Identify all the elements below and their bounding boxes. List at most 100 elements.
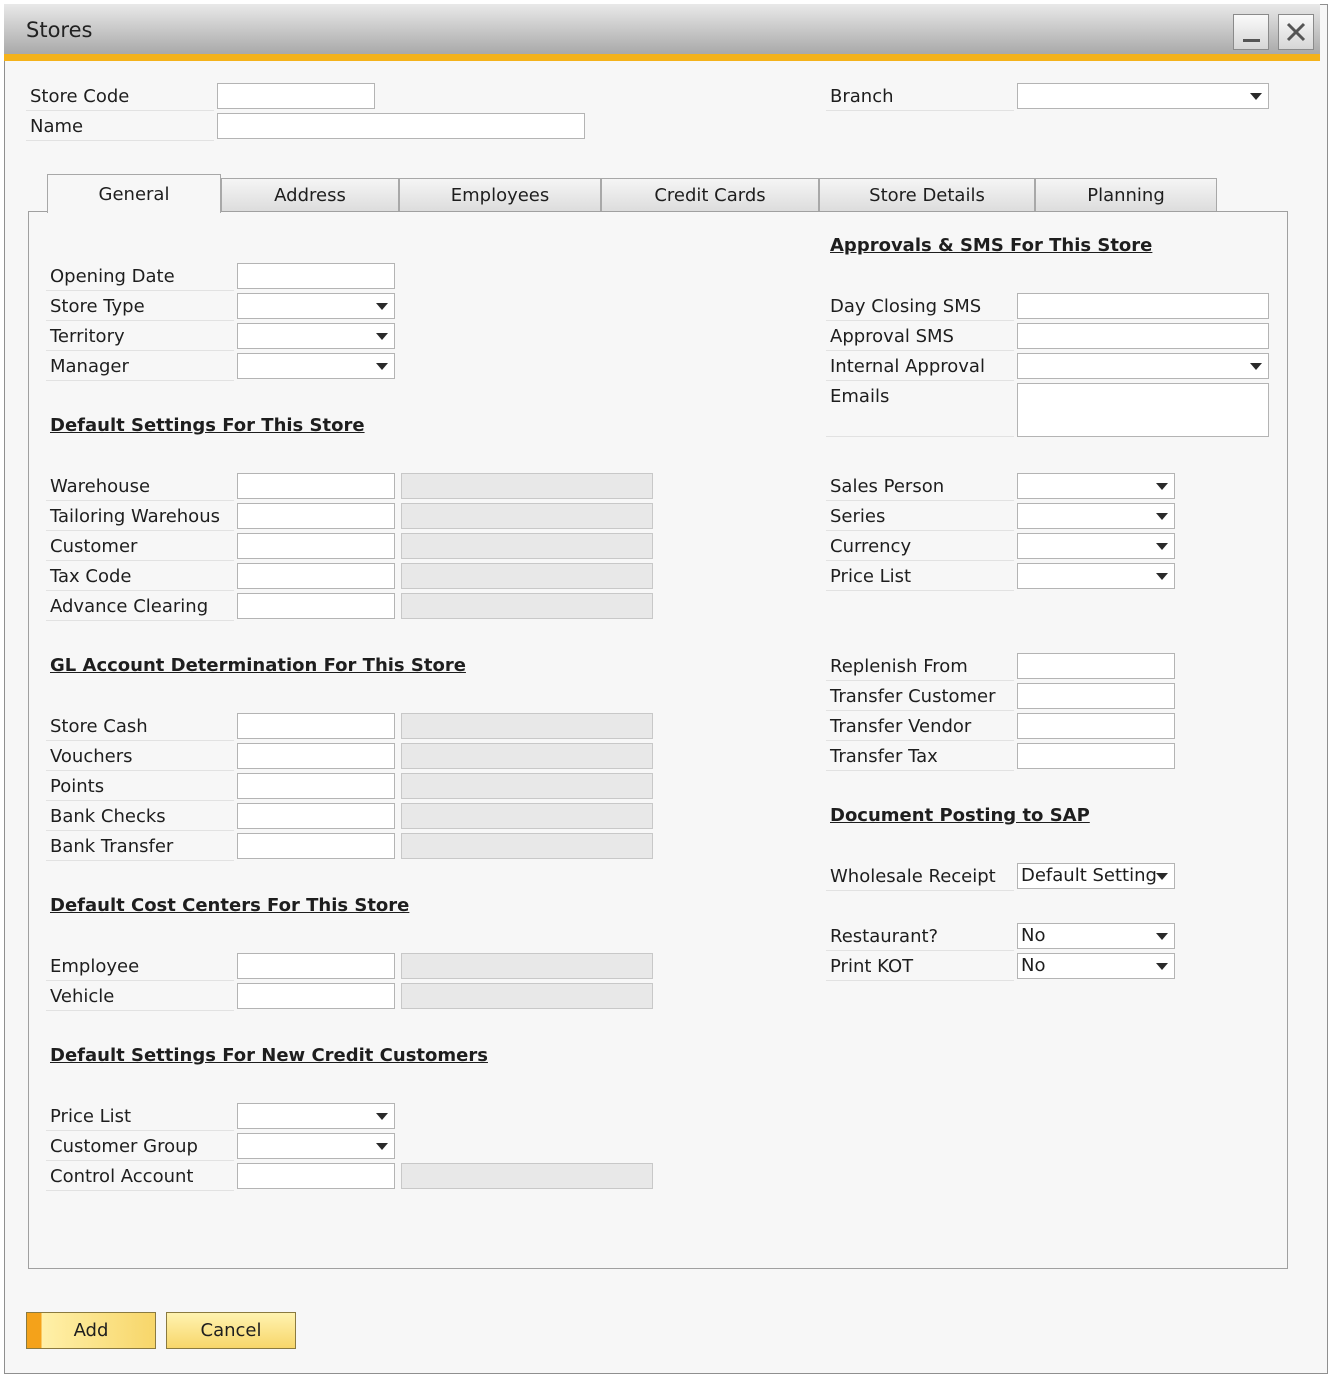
price-list-label: Price List — [826, 563, 1014, 591]
tab-general[interactable]: General — [47, 174, 221, 213]
currency-dropdown[interactable] — [1017, 533, 1175, 559]
branch-label: Branch — [826, 83, 1014, 111]
tab-employees[interactable]: Employees — [399, 178, 601, 212]
bank-transfer-input[interactable] — [237, 833, 395, 859]
store-type-dropdown[interactable] — [237, 293, 395, 319]
points-name-readonly — [401, 773, 653, 799]
bank-transfer-label: Bank Transfer — [46, 833, 234, 861]
replenish-from-label: Replenish From — [826, 653, 1014, 681]
vouchers-label: Vouchers — [46, 743, 234, 771]
vehicle-input[interactable] — [237, 983, 395, 1009]
wholesale-receipt-label: Wholesale Receipt — [826, 863, 1014, 891]
transfer-customer-input[interactable] — [1017, 683, 1175, 709]
tax-code-name-readonly — [401, 563, 653, 589]
day-closing-sms-label: Day Closing SMS — [826, 293, 1014, 321]
default-settings-heading: Default Settings For This Store — [50, 415, 365, 436]
store-code-input[interactable] — [217, 83, 375, 109]
branch-dropdown[interactable] — [1017, 83, 1269, 109]
vehicle-name-readonly — [401, 983, 653, 1009]
employee-input[interactable] — [237, 953, 395, 979]
customer-name-readonly — [401, 533, 653, 559]
customer-group-dropdown[interactable] — [237, 1133, 395, 1159]
gl-account-heading: GL Account Determination For This Store — [50, 655, 466, 676]
day-closing-sms-input[interactable] — [1017, 293, 1269, 319]
tailoring-warehouse-name-readonly — [401, 503, 653, 529]
bank-transfer-name-readonly — [401, 833, 653, 859]
warehouse-label: Warehouse — [46, 473, 234, 501]
tab-store-details[interactable]: Store Details — [819, 178, 1035, 212]
tailoring-warehouse-label: Tailoring Warehous — [46, 503, 234, 531]
approvals-heading: Approvals & SMS For This Store — [830, 235, 1153, 256]
store-type-label: Store Type — [46, 293, 234, 321]
employee-label: Employee — [46, 953, 234, 981]
manager-label: Manager — [46, 353, 234, 381]
tax-code-input[interactable] — [237, 563, 395, 589]
tailoring-warehouse-input[interactable] — [237, 503, 395, 529]
cancel-button[interactable]: Cancel — [166, 1312, 296, 1349]
cost-centers-heading: Default Cost Centers For This Store — [50, 895, 410, 916]
title-accent-stripe — [4, 54, 1320, 61]
transfer-vendor-input[interactable] — [1017, 713, 1175, 739]
restaurant-label: Restaurant? — [826, 923, 1014, 951]
warehouse-input[interactable] — [237, 473, 395, 499]
vouchers-input[interactable] — [237, 743, 395, 769]
bank-checks-input[interactable] — [237, 803, 395, 829]
vehicle-label: Vehicle — [46, 983, 234, 1011]
opening-date-label: Opening Date — [46, 263, 234, 291]
document-posting-heading: Document Posting to SAP — [830, 805, 1090, 826]
transfer-customer-label: Transfer Customer — [826, 683, 1014, 711]
title-bar: Stores — [4, 4, 1320, 54]
price-list-dropdown[interactable] — [1017, 563, 1175, 589]
tab-address[interactable]: Address — [221, 178, 399, 212]
tab-planning[interactable]: Planning — [1035, 178, 1217, 212]
minimize-button[interactable] — [1233, 14, 1269, 50]
approval-sms-label: Approval SMS — [826, 323, 1014, 351]
approval-sms-input[interactable] — [1017, 323, 1269, 349]
transfer-tax-label: Transfer Tax — [826, 743, 1014, 771]
territory-dropdown[interactable] — [237, 323, 395, 349]
transfer-tax-input[interactable] — [1017, 743, 1175, 769]
control-account-input[interactable] — [237, 1163, 395, 1189]
currency-label: Currency — [826, 533, 1014, 561]
minimize-icon — [1243, 39, 1260, 42]
name-input[interactable] — [217, 113, 585, 139]
sales-person-dropdown[interactable] — [1017, 473, 1175, 499]
store-code-label: Store Code — [26, 83, 214, 111]
restaurant-dropdown[interactable]: No — [1017, 923, 1175, 949]
opening-date-input[interactable] — [237, 263, 395, 289]
credit-price-list-dropdown[interactable] — [237, 1103, 395, 1129]
customer-input[interactable] — [237, 533, 395, 559]
customer-label: Customer — [46, 533, 234, 561]
tab-credit-cards[interactable]: Credit Cards — [601, 178, 819, 212]
tax-code-label: Tax Code — [46, 563, 234, 591]
manager-dropdown[interactable] — [237, 353, 395, 379]
vouchers-name-readonly — [401, 743, 653, 769]
control-account-name-readonly — [401, 1163, 653, 1189]
customer-group-label: Customer Group — [46, 1133, 234, 1161]
emails-textarea[interactable] — [1017, 383, 1269, 437]
close-button[interactable] — [1278, 14, 1314, 50]
store-cash-input[interactable] — [237, 713, 395, 739]
warehouse-name-readonly — [401, 473, 653, 499]
new-credit-customers-heading: Default Settings For New Credit Customer… — [50, 1045, 488, 1066]
series-dropdown[interactable] — [1017, 503, 1175, 529]
internal-approval-label: Internal Approval — [826, 353, 1014, 381]
advance-clearing-label: Advance Clearing — [46, 593, 234, 621]
bank-checks-label: Bank Checks — [46, 803, 234, 831]
points-input[interactable] — [237, 773, 395, 799]
employee-name-readonly — [401, 953, 653, 979]
print-kot-dropdown[interactable]: No — [1017, 953, 1175, 979]
advance-clearing-input[interactable] — [237, 593, 395, 619]
territory-label: Territory — [46, 323, 234, 351]
credit-price-list-label: Price List — [46, 1103, 234, 1131]
close-icon — [1286, 22, 1306, 42]
print-kot-label: Print KOT — [826, 953, 1014, 981]
add-button[interactable]: Add — [26, 1312, 156, 1349]
replenish-from-input[interactable] — [1017, 653, 1175, 679]
internal-approval-dropdown[interactable] — [1017, 353, 1269, 379]
series-label: Series — [826, 503, 1014, 531]
sales-person-label: Sales Person — [826, 473, 1014, 501]
wholesale-receipt-dropdown[interactable]: Default Setting — [1017, 863, 1175, 889]
name-label: Name — [26, 113, 214, 141]
transfer-vendor-label: Transfer Vendor — [826, 713, 1014, 741]
